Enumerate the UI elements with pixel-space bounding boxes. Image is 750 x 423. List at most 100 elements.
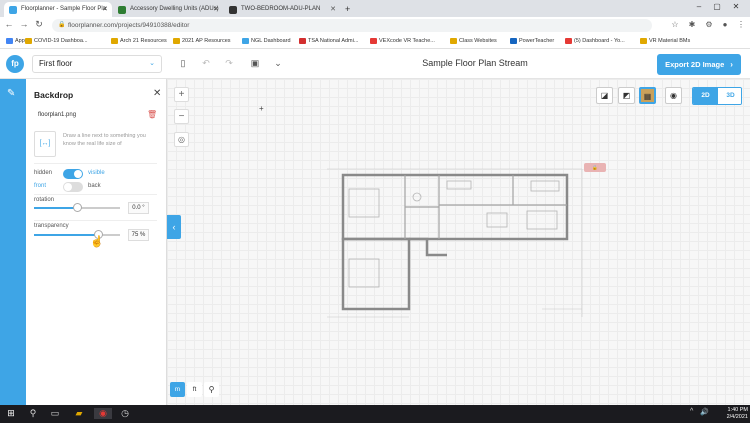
close-tab-icon[interactable]: ✕ (330, 2, 336, 17)
project-title: Sample Floor Plan Stream (422, 58, 528, 68)
minimize-icon[interactable]: – (692, 2, 706, 11)
visible-label: visible (88, 170, 105, 176)
export-2d-image-button[interactable]: Export 2D Image › (657, 54, 741, 75)
transparency-slider[interactable] (34, 230, 120, 239)
chrome-taskbar-icon[interactable]: ◉ (94, 408, 112, 419)
search-icon[interactable]: ⚲ (24, 408, 42, 419)
zoom-out-button[interactable]: − (174, 109, 189, 124)
bookmark-powerteacher[interactable]: PowerTeacher (510, 37, 554, 45)
collapse-panel-button[interactable]: ‹ (167, 215, 181, 239)
exterior-walls (341, 173, 569, 311)
window-close-icon[interactable]: ✕ (729, 2, 743, 11)
file-explorer-icon[interactable]: ▰ (70, 408, 88, 419)
undo-icon[interactable]: ↶ (200, 58, 212, 69)
front-label: front (34, 183, 47, 189)
measure-line-button[interactable]: [↔] (34, 131, 56, 157)
new-tab-button[interactable]: + (341, 2, 355, 17)
volume-icon[interactable]: 🔊 (700, 408, 709, 416)
browser-tab-floorplanner[interactable]: Floorplanner - Sample Floor Pla ✕ (4, 2, 112, 17)
rotation-label: rotation (34, 197, 55, 203)
url-field[interactable]: 🔒 floorplanner.com/projects/94910388/edi… (52, 19, 652, 32)
bookmark-ngl[interactable]: NGL Dashboard (242, 37, 291, 45)
close-tab-icon[interactable]: ✕ (213, 2, 219, 17)
maximize-icon[interactable]: ▢ (710, 2, 724, 11)
view-blueprint-icon[interactable]: ◩ (618, 87, 635, 104)
edit-pencil-icon[interactable]: ✎ (7, 88, 15, 99)
floorplanner-logo-icon[interactable]: fp (6, 55, 24, 73)
bookmark-ap2021[interactable]: 2021 AP Resources (173, 37, 231, 45)
unit-feet-button[interactable]: ft (187, 382, 202, 397)
close-tab-icon[interactable]: ✕ (102, 2, 108, 17)
tab-title: TWO-BEDROOM-ADU-PLAN (241, 6, 321, 12)
view-photo-icon[interactable]: ◉ (665, 87, 682, 104)
clock-app-icon[interactable]: ◷ (116, 408, 134, 419)
visibility-toggle[interactable] (63, 169, 83, 179)
bookmark-vr-material[interactable]: VR Material BMs (640, 37, 690, 45)
star-icon[interactable]: ☆ (669, 20, 681, 29)
back-icon[interactable]: ← (3, 19, 15, 29)
front-back-toggle[interactable] (63, 182, 83, 192)
floorplan-canvas[interactable]: + − ◎ + ◪ ◩ ▦ ◉ 2D 3D 🔒 m ft ⚲ (167, 79, 750, 405)
left-tool-rail: ✎ (0, 79, 26, 405)
bookmarks-bar: Apps COVID-19 Dashboa... Arch 21 Resourc… (0, 34, 750, 49)
folder-icon (111, 38, 118, 44)
export-label: Export 2D Image (665, 60, 725, 69)
ngl-icon (242, 38, 249, 44)
rotation-value-field[interactable]: 0.0 ° (128, 202, 149, 214)
browser-tab-adu[interactable]: Accessory Dwelling Units (ADUs) ✕ (113, 2, 223, 17)
chevron-down-icon: ⌄ (149, 60, 155, 67)
divider (34, 220, 157, 221)
tab-title: Accessory Dwelling Units (ADUs) (130, 6, 219, 12)
measure-arrows-icon: [↔] (39, 140, 51, 147)
powerteacher-icon (510, 38, 517, 44)
clock-date: 2/4/2021 (726, 414, 748, 420)
center-view-icon[interactable]: ◎ (174, 132, 189, 147)
bookmark-covid[interactable]: COVID-19 Dashboa... (25, 37, 88, 45)
mode-2d-button[interactable]: 2D (693, 88, 718, 104)
back-label: back (88, 183, 101, 189)
redo-icon[interactable]: ↷ (223, 58, 235, 69)
new-file-icon[interactable]: ▯ (177, 58, 189, 69)
bookmark-class-websites[interactable]: Class Websites (450, 37, 497, 45)
profile-icon[interactable]: ● (719, 20, 731, 29)
bookmark-tsa[interactable]: TSA National Admi... (299, 37, 358, 45)
folder-icon (640, 38, 647, 44)
browser-tab-strip: Floorplanner - Sample Floor Pla ✕ Access… (0, 0, 750, 17)
save-icon[interactable]: ▣ (249, 58, 261, 69)
bookmark-vexcode[interactable]: VEXcode VR Teache... (370, 37, 435, 45)
close-panel-icon[interactable]: ✕ (153, 88, 161, 99)
unit-meters-button[interactable]: m (170, 382, 185, 397)
view-textured-icon[interactable]: ▦ (639, 87, 656, 104)
youtube-icon (565, 38, 572, 44)
folder-icon (25, 38, 32, 44)
taskbar-clock[interactable]: 1:40 PM 2/4/2021 (712, 407, 748, 421)
mode-3d-button[interactable]: 3D (718, 88, 741, 104)
transparency-slider-fill (34, 234, 99, 236)
reload-icon[interactable]: ↻ (33, 19, 45, 30)
transparency-label: transparency (34, 223, 69, 229)
rotation-slider-thumb[interactable] (72, 203, 82, 212)
bookmark-arch21[interactable]: Arch 21 Resources (111, 37, 167, 45)
hidden-label: hidden (34, 170, 53, 176)
search-icon[interactable]: ⚲ (204, 382, 219, 397)
browser-tab-two-bedroom[interactable]: TWO-BEDROOM-ADU-PLAN ✕ (224, 2, 340, 17)
view-top-icon[interactable]: ◪ (596, 87, 613, 104)
folder-icon (450, 38, 457, 44)
crosshair-cursor-icon: + (259, 104, 264, 113)
windows-start-icon[interactable]: ⊞ (2, 408, 20, 419)
task-view-icon[interactable]: ▭ (46, 408, 64, 419)
tsa-icon (299, 38, 306, 44)
chrome-menu-icon[interactable]: ⋮ (735, 20, 747, 29)
floor-selector[interactable]: First floor ⌄ (32, 55, 162, 73)
puzzle-icon[interactable]: ⚙ (703, 20, 715, 29)
tray-chevron-icon[interactable]: ^ (690, 408, 693, 415)
delete-backdrop-icon[interactable]: 🗑 (147, 110, 157, 119)
zoom-in-button[interactable]: + (174, 87, 189, 102)
bookmark-youtube-dashboard[interactable]: (5) Dashboard - Yo... (565, 37, 625, 45)
forward-icon[interactable]: → (18, 19, 30, 29)
floorplanner-favicon-icon (9, 6, 17, 14)
transparency-value-field[interactable]: 75 % (128, 229, 149, 241)
extension-icon[interactable]: ✱ (686, 20, 698, 29)
rotation-slider[interactable] (34, 203, 120, 212)
more-chevron-icon[interactable]: ⌄ (272, 58, 284, 69)
